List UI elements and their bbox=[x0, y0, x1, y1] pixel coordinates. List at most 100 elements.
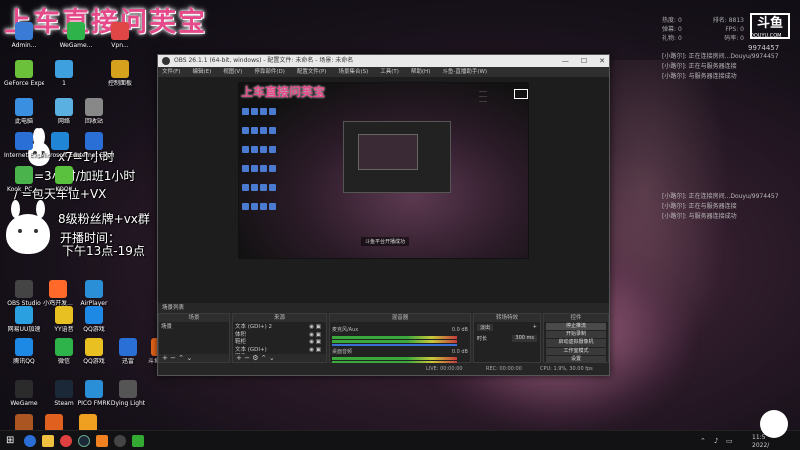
desktop-icon[interactable]: Dying Light bbox=[108, 380, 148, 407]
mixer-channel-db: 0.0 dB bbox=[451, 327, 468, 333]
obs-preview-area[interactable]: 上车直接问芙宝 —— —— —— 斗鱼平台开播成功 bbox=[158, 77, 609, 303]
desktop-icon[interactable]: GeForce Experience bbox=[4, 60, 44, 87]
app-icon bbox=[85, 132, 103, 150]
obs-window-title: OBS 26.1.1 (64-bit, windows) - 配置文件: 未命名… bbox=[174, 57, 354, 64]
windows-start-icon[interactable]: ⊞ bbox=[6, 435, 18, 447]
desktop-icon[interactable]: 1 bbox=[44, 60, 84, 87]
preview-canvas[interactable]: 上车直接问芙宝 —— —— —— 斗鱼平台开播成功 bbox=[238, 82, 529, 259]
desktop-icon-label: QQ游戏 bbox=[83, 326, 105, 333]
controls-panel: 控件 停止推流 开始录制 启动虚拟摄像机 工作室模式 设置 退出 bbox=[543, 313, 609, 372]
menu-profile[interactable]: 配置文件(P) bbox=[297, 67, 327, 77]
obs-titlebar[interactable]: OBS 26.1.1 (64-bit, windows) - 配置文件: 未命名… bbox=[158, 55, 609, 67]
add-icon[interactable]: + bbox=[162, 354, 168, 362]
desktop-icon[interactable]: KOOK bbox=[44, 166, 84, 193]
down-icon[interactable]: ⌄ bbox=[186, 354, 192, 362]
up-icon[interactable]: ⌃ bbox=[261, 354, 267, 362]
steam-icon[interactable] bbox=[78, 435, 90, 447]
menu-tools[interactable]: 工具(T) bbox=[380, 67, 399, 77]
visibility-lock-icon[interactable]: ◉ ▣ bbox=[309, 324, 321, 332]
desktop-icon[interactable]: AirPlayer bbox=[74, 280, 114, 307]
scene-item[interactable]: 场景 bbox=[161, 324, 227, 332]
desktop-icon[interactable]: WeGame bbox=[4, 380, 44, 407]
source-item[interactable]: 体积 ◉ ▣ bbox=[235, 332, 324, 340]
controls-header: 控件 bbox=[544, 314, 608, 322]
duration-input[interactable]: 300 ms bbox=[512, 335, 537, 342]
add-icon[interactable]: + bbox=[533, 324, 537, 331]
menu-edit[interactable]: 编辑(E) bbox=[192, 67, 211, 77]
mixer-channel-db: 0.0 dB bbox=[451, 348, 468, 355]
app-icon[interactable] bbox=[60, 435, 72, 447]
settings-button[interactable]: 设置 bbox=[546, 355, 606, 363]
gear-icon[interactable]: ⚙ bbox=[252, 354, 258, 362]
obs-taskbar-icon[interactable] bbox=[114, 435, 126, 447]
duration-label: 时长 bbox=[477, 336, 488, 342]
up-icon[interactable]: ⌃ bbox=[178, 354, 184, 362]
clock-date[interactable]: 2022/ bbox=[752, 442, 769, 449]
remove-icon[interactable]: − bbox=[170, 354, 176, 362]
remove-icon[interactable]: − bbox=[244, 354, 250, 362]
desktop-icon-label: 1 bbox=[62, 80, 66, 87]
desktop-icon[interactable]: 此电脑 bbox=[4, 98, 44, 125]
scenes-panel: 场景 场景 + − ⌃ ⌄ bbox=[158, 313, 230, 363]
audio-meter bbox=[332, 357, 458, 361]
obs-menubar: 文件(F) 编辑(E) 视图(V) 停靠部件(D) 配置文件(P) 场景集合(S… bbox=[158, 67, 609, 77]
studio-mode-button[interactable]: 工作室模式 bbox=[546, 347, 606, 355]
transition-select[interactable]: 淡出 bbox=[477, 324, 494, 331]
desktop-icon[interactable]: Admin... bbox=[4, 22, 44, 49]
log-line: [小路尔]: 正在与服务器连接 bbox=[662, 63, 737, 70]
preview-douyu-logo bbox=[514, 89, 528, 99]
desktop-icon[interactable]: 网易UU加速 bbox=[4, 306, 44, 333]
menu-help[interactable]: 帮助(H) bbox=[411, 67, 430, 77]
add-icon[interactable]: + bbox=[236, 354, 242, 362]
tray-up-icon[interactable]: ⌃ bbox=[700, 437, 706, 445]
desktop-icon[interactable]: 控制面板 bbox=[100, 60, 140, 87]
source-item[interactable]: 文本 (GDI+) 2 ◉ ▣ bbox=[235, 324, 324, 332]
virtual-camera-button[interactable]: 启动虚拟摄像机 bbox=[546, 339, 606, 347]
visibility-lock-icon[interactable]: ◉ ▣ bbox=[309, 332, 321, 340]
clock-time[interactable]: 11:5 bbox=[752, 434, 765, 441]
desktop-icon[interactable]: 腾讯QQ bbox=[4, 338, 44, 365]
obs-window[interactable]: OBS 26.1.1 (64-bit, windows) - 配置文件: 未命名… bbox=[157, 54, 610, 376]
menu-douyu[interactable]: 斗鱼-直播助手(W) bbox=[442, 67, 487, 77]
down-icon[interactable]: ⌄ bbox=[269, 354, 275, 362]
volume-slider[interactable] bbox=[332, 343, 458, 346]
desktop-icon[interactable]: 小鸡开发... bbox=[38, 280, 78, 307]
app-icon bbox=[15, 98, 33, 116]
visibility-lock-icon[interactable]: ◉ ▣ bbox=[309, 339, 321, 347]
stop-streaming-button[interactable]: 停止推流 bbox=[546, 323, 606, 331]
desktop-icon[interactable]: Kook_PC_... bbox=[4, 166, 44, 193]
desktop-icon[interactable]: Internet Explorer bbox=[4, 132, 44, 159]
app-icon bbox=[55, 338, 73, 356]
menu-file[interactable]: 文件(F) bbox=[162, 67, 180, 77]
browser-icon[interactable] bbox=[24, 435, 36, 447]
desktop-icon[interactable]: Internet Explorer bbox=[74, 132, 114, 159]
desktop-icon[interactable]: QQ游戏 bbox=[74, 306, 114, 333]
taskbar: ⊞ ⌃ ♪ ▭ 11:5 2022/ bbox=[0, 430, 800, 450]
app-icon bbox=[55, 60, 73, 78]
network-icon[interactable]: ▭ bbox=[726, 437, 733, 445]
menu-view[interactable]: 视图(V) bbox=[223, 67, 242, 77]
log-line: [小路尔]: 正在连接房间...Douyu/9974457 bbox=[662, 53, 779, 60]
menu-scene-collection[interactable]: 场景集合(S) bbox=[338, 67, 368, 77]
desktop-icon-label: Vpn... bbox=[111, 42, 129, 49]
desktop-icon-label: KOOK bbox=[55, 186, 73, 193]
desktop-icon[interactable]: WeGame... bbox=[56, 22, 96, 49]
close-icon[interactable]: ✕ bbox=[599, 55, 605, 67]
app-icon bbox=[85, 380, 103, 398]
start-recording-button[interactable]: 开始录制 bbox=[546, 331, 606, 339]
app-icon bbox=[51, 132, 69, 150]
app-icon[interactable] bbox=[96, 435, 108, 447]
desktop-icon[interactable]: 回收站 bbox=[74, 98, 114, 125]
app-icon bbox=[15, 280, 33, 298]
folder-icon[interactable] bbox=[42, 435, 54, 447]
volume-icon[interactable]: ♪ bbox=[714, 437, 718, 445]
minimize-icon[interactable]: — bbox=[562, 55, 569, 67]
app-icon[interactable] bbox=[132, 435, 144, 447]
cpu-status: CPU: 1.9%, 30.00 fps bbox=[540, 366, 593, 372]
menu-docks[interactable]: 停靠部件(D) bbox=[254, 67, 285, 77]
source-item[interactable]: 鞋柜 ◉ ▣ bbox=[235, 339, 324, 347]
maximize-icon[interactable]: ☐ bbox=[581, 55, 587, 67]
app-icon bbox=[85, 338, 103, 356]
overlay-line-6: 下午13点-19点 bbox=[62, 244, 145, 258]
desktop-icon[interactable]: Vpn... bbox=[100, 22, 140, 49]
